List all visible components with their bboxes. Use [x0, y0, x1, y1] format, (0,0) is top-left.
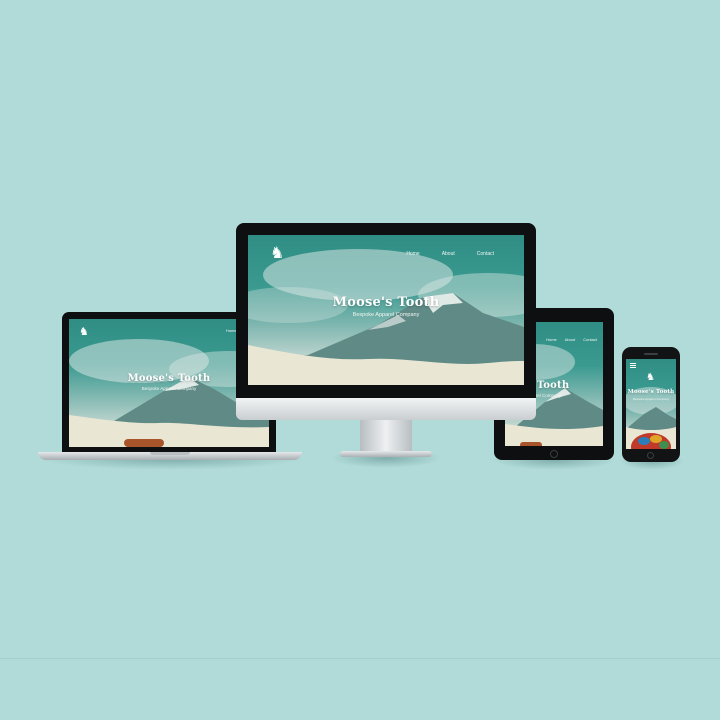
- phone-screen: ♞ Moose's Tooth Bespoke Apparel Company: [626, 359, 676, 449]
- monitor-device: ♞ Home About Contact Moose's Tooth Bespo…: [236, 223, 536, 459]
- phone-speaker: [644, 353, 658, 355]
- hamburger-menu-icon[interactable]: [630, 363, 636, 368]
- monitor-screen: ♞ Home About Contact Moose's Tooth Bespo…: [248, 235, 524, 385]
- home-button-icon[interactable]: [550, 450, 558, 458]
- monitor-nav: Home About Contact: [406, 251, 494, 257]
- nav-contact-link[interactable]: Contact: [583, 337, 597, 342]
- monitor-hero-scene: [248, 249, 524, 385]
- monitor-hero-subtitle: Bespoke Apparel Company: [352, 312, 420, 318]
- moose-logo-icon[interactable]: ♞: [79, 325, 89, 338]
- phone-hero-subtitle: Bespoke Apparel Company: [632, 397, 670, 401]
- moose-logo-icon[interactable]: ♞: [270, 243, 284, 263]
- nav-home-link[interactable]: Home: [226, 328, 237, 333]
- monitor-stand-neck: [360, 420, 412, 452]
- nav-contact-link[interactable]: Contact: [477, 251, 494, 257]
- phone-device: ♞ Moose's Tooth Bespoke Apparel Company: [622, 347, 680, 462]
- monitor-chin: [236, 398, 536, 420]
- laptop-notch: [150, 452, 190, 455]
- floor-line: [0, 658, 720, 659]
- tablet-nav: Home About Contact: [546, 337, 597, 342]
- home-button-icon[interactable]: [647, 452, 654, 459]
- nav-about-link[interactable]: About: [442, 251, 455, 257]
- phone-hero-title: Moose's Tooth: [627, 389, 675, 395]
- monitor-stand-base: [340, 451, 432, 457]
- nav-home-link[interactable]: Home: [406, 251, 419, 257]
- moose-logo-icon[interactable]: ♞: [646, 372, 655, 383]
- nav-about-link[interactable]: About: [565, 337, 575, 342]
- nav-home-link[interactable]: Home: [546, 337, 557, 342]
- monitor-hero-title: Moose's Tooth: [332, 295, 440, 310]
